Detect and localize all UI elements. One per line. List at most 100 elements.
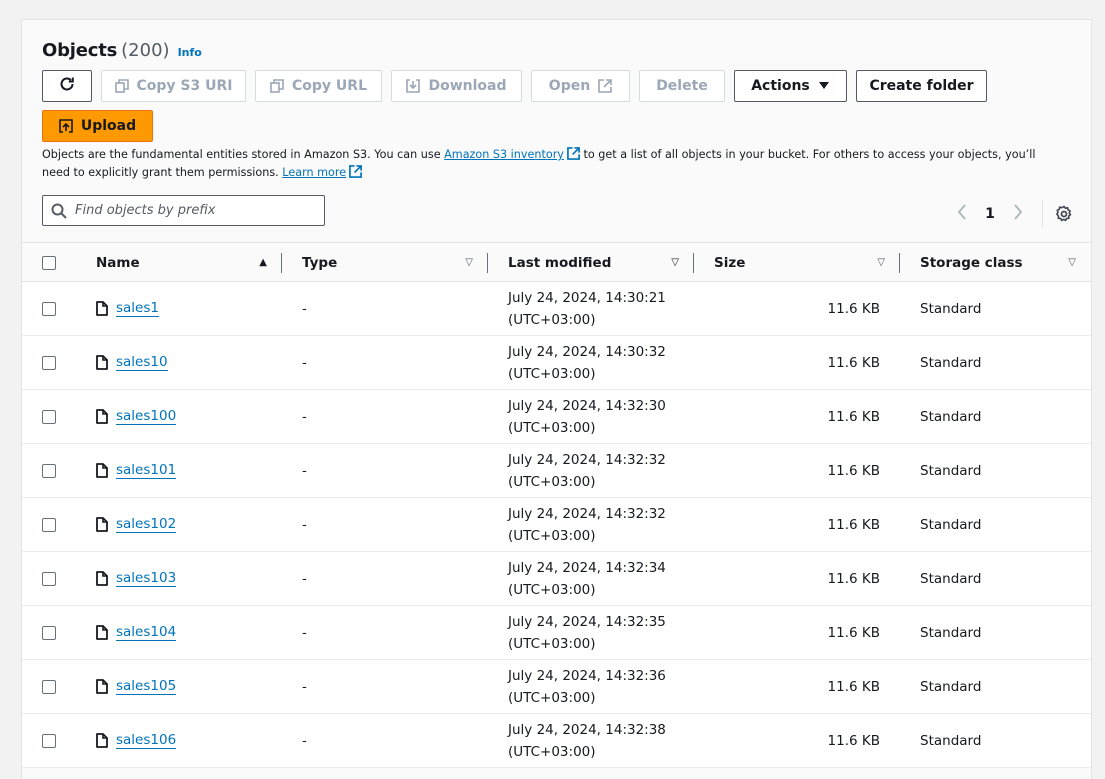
size-cell: 11.6 KB [714,498,900,551]
copy-s3-uri-button[interactable]: Copy S3 URI [101,70,246,102]
name-cell: sales10 [96,336,282,389]
column-header-size[interactable]: Size ▽ [714,243,900,282]
actions-dropdown[interactable]: Actions [734,70,847,102]
object-name-link[interactable]: sales106 [116,732,177,749]
row-select-cell [42,660,56,713]
external-link-icon [349,165,363,183]
sort-icon[interactable]: ▽ [877,257,885,268]
sort-icon[interactable]: ▽ [671,257,679,268]
info-link[interactable]: Info [178,46,202,59]
panel-header: Objects (200) Info [42,40,202,61]
caret-down-icon [818,81,830,91]
name-cell: sales102 [96,498,282,551]
row-checkbox[interactable] [42,625,56,640]
table-row[interactable]: sales105 - July 24, 2024, 14:32:36 (UTC+… [22,660,1091,714]
modified-timezone: (UTC+03:00) [508,581,596,598]
modified-date: July 24, 2024, 14:32:35 [508,613,666,630]
s3-inventory-link[interactable]: Amazon S3 inventory [444,148,564,161]
size-cell: 11.6 KB [714,390,900,443]
table-row[interactable]: sales1 - July 24, 2024, 14:30:21 (UTC+03… [22,282,1091,336]
type-cell: - [302,732,307,749]
sort-icon[interactable]: ▽ [465,257,473,268]
row-select-cell [42,444,56,497]
object-name-link[interactable]: sales10 [116,354,168,371]
storage-class-cell: Standard [920,300,982,317]
column-header-name[interactable]: Name ▲ [96,243,282,282]
column-divider[interactable] [899,252,900,273]
learn-more-link[interactable]: Learn more [282,166,346,179]
next-page-button[interactable] [1008,203,1028,225]
object-name-link[interactable]: sales103 [116,570,177,587]
storage-class-cell: Standard [920,678,982,695]
last-modified-cell: July 24, 2024, 14:32:35 (UTC+03:00) [508,606,694,659]
current-page[interactable]: 1 [972,206,1008,222]
row-checkbox[interactable] [42,301,56,316]
object-name-link[interactable]: sales104 [116,624,177,641]
table-row[interactable]: sales102 - July 24, 2024, 14:32:32 (UTC+… [22,498,1091,552]
download-button[interactable]: Download [391,70,522,102]
row-select-cell [42,498,56,551]
row-select-cell [42,336,56,389]
name-cell: sales105 [96,660,282,713]
select-all-checkbox[interactable] [42,255,56,270]
size-value: 11.6 KB [827,354,880,371]
object-name-link[interactable]: sales100 [116,408,177,425]
download-icon [406,79,421,93]
row-checkbox[interactable] [42,355,56,370]
column-divider[interactable] [693,252,694,273]
type-cell: - [302,678,307,695]
copy-url-button[interactable]: Copy URL [255,70,382,102]
select-all-cell [42,243,56,282]
search-input[interactable] [75,203,305,218]
row-checkbox[interactable] [42,571,56,586]
column-header-type[interactable]: Type ▽ [302,243,488,282]
type-cell: - [302,570,307,587]
table-row[interactable]: sales104 - July 24, 2024, 14:32:35 (UTC+… [22,606,1091,660]
table-row[interactable]: sales100 - July 24, 2024, 14:32:30 (UTC+… [22,390,1091,444]
table-body: sales1 - July 24, 2024, 14:30:21 (UTC+03… [22,282,1091,768]
column-divider[interactable] [487,252,488,273]
column-header-storage-class[interactable]: Storage class ▽ [920,243,1090,282]
row-checkbox[interactable] [42,409,56,424]
row-select-cell [42,714,56,767]
refresh-button[interactable] [42,70,92,102]
size-value: 11.6 KB [827,678,880,695]
object-name-link[interactable]: sales102 [116,516,177,533]
create-folder-button[interactable]: Create folder [856,70,987,102]
size-value: 11.6 KB [827,516,880,533]
open-button[interactable]: Open [531,70,630,102]
table-row[interactable]: sales106 - July 24, 2024, 14:32:38 (UTC+… [22,714,1091,768]
row-checkbox[interactable] [42,679,56,694]
objects-description: Objects are the fundamental entities sto… [42,147,1062,183]
object-name-link[interactable]: sales101 [116,462,177,479]
modified-timezone: (UTC+03:00) [508,311,596,328]
modified-date: July 24, 2024, 14:30:32 [508,343,666,360]
object-name-link[interactable]: sales1 [116,300,159,317]
table-row[interactable]: sales103 - July 24, 2024, 14:32:34 (UTC+… [22,552,1091,606]
name-cell: sales103 [96,552,282,605]
type-cell: - [302,408,307,425]
row-checkbox[interactable] [42,463,56,478]
table-row[interactable]: sales10 - July 24, 2024, 14:30:32 (UTC+0… [22,336,1091,390]
upload-button[interactable]: Upload [42,110,153,142]
modified-date: July 24, 2024, 14:32:36 [508,667,666,684]
row-checkbox[interactable] [42,733,56,748]
file-icon [96,517,108,532]
modified-date: July 24, 2024, 14:30:21 [508,289,666,306]
last-modified-cell: July 24, 2024, 14:32:34 (UTC+03:00) [508,552,694,605]
object-name-link[interactable]: sales105 [116,678,177,695]
column-divider[interactable] [281,252,282,273]
row-checkbox[interactable] [42,517,56,532]
previous-page-button[interactable] [952,203,972,225]
sort-ascending-icon[interactable]: ▲ [259,257,267,268]
toolbar: Copy S3 URI Copy URL Download Open Delet… [42,70,996,102]
table-row[interactable]: sales101 - July 24, 2024, 14:32:32 (UTC+… [22,444,1091,498]
sort-icon[interactable]: ▽ [1068,257,1076,268]
storage-class-cell: Standard [920,408,982,425]
column-header-last-modified[interactable]: Last modified ▽ [508,243,694,282]
external-link-icon [567,147,580,165]
delete-button[interactable]: Delete [639,70,725,102]
preferences-gear-icon[interactable] [1055,205,1073,223]
modified-timezone: (UTC+03:00) [508,473,596,490]
name-cell: sales106 [96,714,282,767]
